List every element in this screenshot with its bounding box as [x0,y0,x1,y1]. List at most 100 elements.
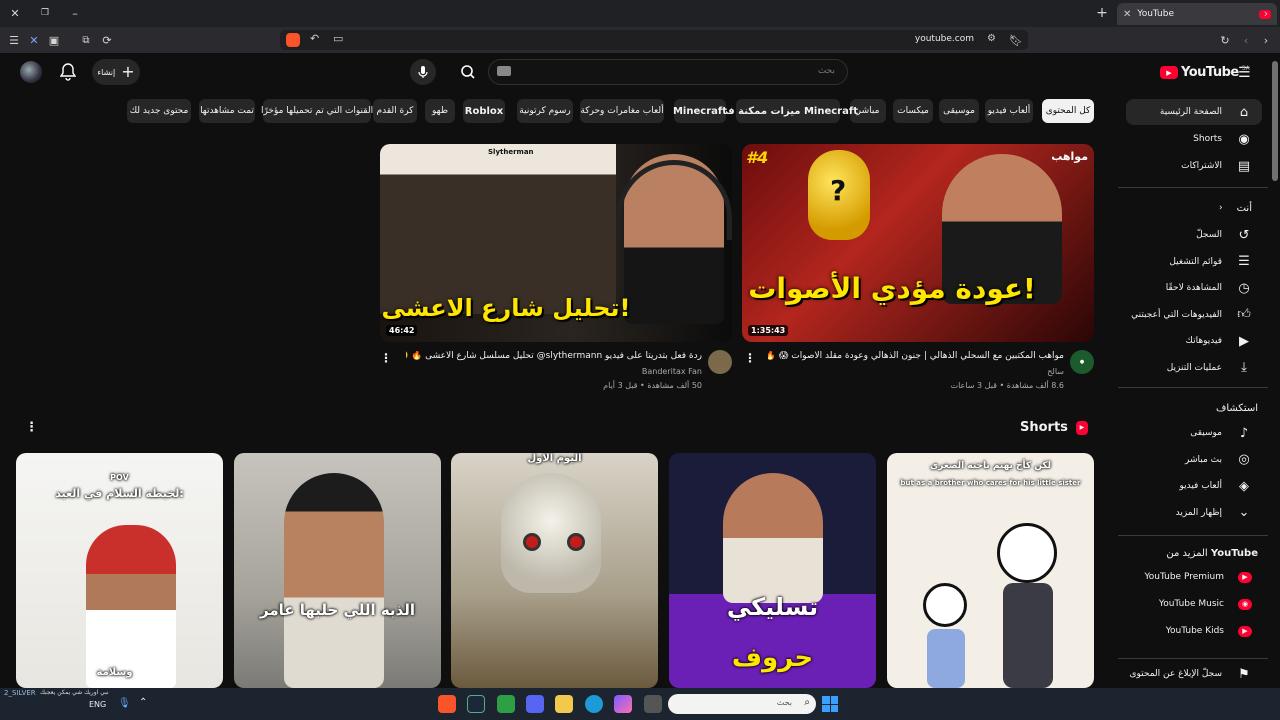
steam-taskbar-icon[interactable] [467,695,485,713]
new-tab-icon[interactable]: + [1092,3,1112,23]
url-text[interactable]: youtube.com [915,34,974,44]
short-card[interactable]: POV لخبطة السلام في العيد: وسلامة [16,453,223,688]
video-thumbnail[interactable]: ? #4 مواهب عودة مؤدي الأصوات! 1:35:43 [742,144,1094,342]
shorts-menu-icon[interactable]: ⋮ [25,420,38,435]
tray-label: 2_SILVER [4,689,36,697]
sidebar-item[interactable]: إظهار المزيد ⌄ [1126,500,1262,526]
youtube-logo[interactable]: ▶ YouTube SA [1160,65,1250,80]
sidebar-item[interactable]: فيديوهاتك ▶ [1126,328,1262,354]
tray-expand-icon[interactable]: ⌃ [139,697,147,708]
sidebar-item[interactable]: عمليات التنزيل ⤓ [1126,355,1262,381]
chip[interactable]: تمت مشاهدتها [199,99,255,123]
minimize-window-icon[interactable]: – [65,3,85,23]
chip[interactable]: رسوم كرتونية [517,99,573,123]
back-icon[interactable]: ‹ [1236,30,1256,50]
sidebar-item[interactable]: بث مباشر ◎ [1126,447,1262,473]
reload-icon[interactable]: ↻ [1215,30,1235,50]
chip[interactable]: موسيقى [939,99,979,123]
short-card[interactable]: اليوم الاول [451,453,658,688]
keyboard-icon[interactable] [497,66,511,76]
sidebar-item-label: YouTube Kids [1165,626,1224,636]
sidebar-item[interactable]: Shorts ◉ [1126,126,1262,152]
channel-avatar[interactable]: ● [1070,350,1094,374]
video-channel[interactable]: سالح [768,367,1064,376]
sidebar-item[interactable]: YouTube Premium ▶ [1126,564,1262,590]
sync-icon[interactable]: ⟳ [97,30,117,50]
video-thumbnail[interactable]: Slytherman تحليل شارع الاعشى! 46:42 [380,144,732,342]
chip[interactable]: كل المحتوى [1042,99,1094,123]
short-card[interactable]: تسليكي حروف [669,453,876,688]
chip[interactable]: Roblox [463,99,505,123]
short-card[interactable]: الذبه اللي حلبها عامر [234,453,441,688]
sidebar-item-label: فيديوهاتك [1185,336,1222,346]
bookmark-icon[interactable]: 🔖︎ [1006,30,1026,50]
sidebar-you-heading[interactable]: › أنت [1126,195,1262,221]
close-window-icon[interactable]: ✕ [5,3,25,23]
sidebar-item[interactable]: الاشتراكات ▤ [1126,153,1262,179]
edge-taskbar-icon[interactable] [585,695,603,713]
avatar[interactable] [20,61,42,83]
sidebar-toggle-icon[interactable]: ▣ [44,30,64,50]
chip[interactable]: Minecraft [673,99,727,123]
chip[interactable]: ميكسات [893,99,933,123]
chip[interactable]: ألعاب فيديو [985,99,1033,123]
menu-icon[interactable]: ☰ [4,30,24,50]
windows-start-icon[interactable] [822,696,838,712]
sidebar-item[interactable]: YouTube Music ◉ [1126,591,1262,617]
sidebar-item[interactable]: YouTube Kids ▶ [1126,618,1262,644]
restore-window-icon[interactable]: ❐ [35,3,55,23]
chip[interactable]: ألعاب مغامرات وحركة [580,99,664,123]
video-menu-icon[interactable]: ⋮ [744,351,756,365]
tab-youtube[interactable]: ✕ YouTube [1117,3,1277,25]
back-history-icon[interactable]: ↶ [310,32,319,45]
chip[interactable]: طهو [425,99,455,123]
brave-taskbar-icon[interactable] [438,695,456,713]
copilot-taskbar-icon[interactable] [614,695,632,713]
channel-avatar[interactable] [708,350,732,374]
boy-figure [284,473,384,688]
extension-x-icon[interactable]: ✕ [24,30,44,50]
app-green-taskbar-icon[interactable] [497,695,515,713]
sidebar-item[interactable]: قوائم التشغيل ☰ [1126,249,1262,275]
taskbar-search-input[interactable]: بحث ⌕ [668,694,816,714]
create-button[interactable]: إنشاء + [92,59,140,85]
address-bar[interactable]: ↶ ▭ youtube.com ⚙ [280,30,1028,50]
video-channel[interactable]: Banderitax Fan [406,367,702,376]
site-settings-icon[interactable]: ⚙ [987,33,996,44]
voice-search-button[interactable] [410,59,436,85]
logo-text: YouTube [1181,65,1239,80]
search-input[interactable]: بحث [488,59,848,85]
sidebar-item[interactable]: ألعاب فيديو ◈ [1126,473,1262,499]
video-title[interactable]: مواهب المكتبين مع السحلي الذهالي | جنون … [768,351,1064,361]
discord-taskbar-icon[interactable] [526,695,544,713]
forward-icon[interactable]: › [1256,30,1276,50]
window-taskbar-icon[interactable] [644,695,662,713]
notifications-bell-icon[interactable] [60,63,76,81]
language-indicator[interactable]: ENG [89,700,106,709]
brave-shield-icon[interactable] [286,33,300,47]
chip[interactable]: محتوى جديد لك [127,99,191,123]
sidebar-item[interactable]: سجلّ الإبلاغ عن المحتوى ⚑ [1126,661,1262,687]
sidebar-item[interactable]: الصفحة الرئيسية ⌂ [1126,99,1262,125]
notification-text: نبي اوريك شي يمكن يعجبك [40,689,109,696]
sidebar-item[interactable]: الفيديوهات التي أعجبتني 👍︎ [1126,302,1262,328]
short-subcaption: لخبطة السلام في العيد: [55,487,184,500]
sidebar-item[interactable]: السجلّ ↺ [1126,222,1262,248]
chip[interactable]: القنوات التي تم تحميلها مؤخرًا [261,99,373,123]
reader-icon[interactable]: ▭ [333,32,343,45]
file-explorer-taskbar-icon[interactable] [555,695,573,713]
sidebar-section-heading: استكشاف [1215,403,1258,414]
short-card[interactable]: لكن كأخ يهتم باخته الصغرى but as a broth… [887,453,1094,688]
search-button[interactable] [452,59,484,85]
video-title[interactable]: ردة فعل بتدريتا على فيديو slythermann@ ت… [406,351,702,361]
chip[interactable]: ميزات ممكنة في Minecraft [718,99,858,123]
close-tab-icon[interactable]: ✕ [1123,9,1131,20]
sidebar-scrollbar[interactable] [1272,61,1278,181]
tab-scroll-icon[interactable]: › [1256,3,1276,23]
video-menu-icon[interactable]: ⋮ [380,351,392,365]
microphone-tray-icon[interactable]: 🎙︎ [118,698,131,709]
chip[interactable]: كرة القدم [373,99,417,123]
sidebar-item[interactable]: موسيقى ♪ [1126,420,1262,446]
sidebar-item[interactable]: المشاهدة لاحقًا ◷ [1126,275,1262,301]
screenshot-icon[interactable]: ⧉ [76,30,96,50]
